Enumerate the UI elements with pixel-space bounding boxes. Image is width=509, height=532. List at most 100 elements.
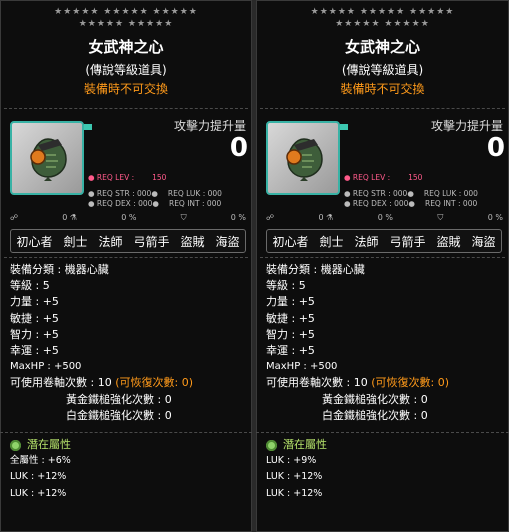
req-str-luk: ● REQ STR : 000● REQ LUK : 000	[344, 189, 478, 198]
attack-increase-value: 0	[486, 133, 505, 163]
item-icon-frame	[10, 121, 92, 195]
potential-section: 潛在屬性 LUK : +9% LUK : +12% LUK : +12%	[256, 432, 509, 502]
job-warrior: 劍士	[63, 234, 88, 249]
req-str: ● REQ STR : 000●	[88, 189, 158, 198]
stat-dex: 敏捷 : +5	[266, 311, 315, 325]
platinum-hammer: 白金鐵槌強化次數 : 0	[66, 408, 172, 422]
job-thief: 盜賊	[436, 234, 461, 249]
item-summary: 攻擊力提升量 0 ● REQ LEV : 150 ● REQ STR : 000●…	[256, 109, 509, 257]
misc-icons-row: ☍ 0 ⚗ 0 % ⛉ 0 %	[10, 213, 246, 223]
item-tooltip-right: ★★★★★ ★★★★★ ★★★★★ ★★★★★ ★★★★★ 女武神之心 (傳說等…	[256, 0, 509, 532]
job-magician: 法師	[354, 234, 379, 249]
stat-maxhp: MaxHP : +500	[10, 361, 82, 373]
req-str-luk: ● REQ STR : 000● REQ LUK : 000	[88, 189, 222, 198]
tool-icon: ☍	[266, 213, 275, 222]
req-luk: REQ LUK : 000	[167, 189, 222, 198]
equip-type: 裝備分類 : 機器心臟	[266, 263, 365, 276]
scroll-slots-text: 可使用卷軸次數 : 10	[266, 376, 368, 390]
potential-header: 潛在屬性	[10, 437, 242, 453]
stat-int: 智力 : +5	[10, 327, 59, 341]
item-tooltip-left: ★★★★★ ★★★★★ ★★★★★ ★★★★★ ★★★★★ 女武神之心 (傳說等…	[0, 0, 252, 532]
tooltip-header: ★★★★★ ★★★★★ ★★★★★ ★★★★★ ★★★★★ 女武神之心 (傳說等…	[256, 0, 509, 108]
req-dex: ● REQ DEX : 000●	[88, 199, 159, 208]
req-int: REQ INT : 000	[424, 199, 478, 208]
scroll-slots: 可使用卷軸次數 : 10 (可恢復次數: 0)	[10, 375, 242, 391]
job-pirate: 海盜	[215, 234, 240, 249]
item-icon-frame	[266, 121, 348, 195]
item-stats: 裝備分類 : 機器心臟 等級 : 5 力量 : +5 敏捷 : +5 智力 : …	[256, 258, 509, 424]
scroll-slots: 可使用卷軸次數 : 10 (可恢復次數: 0)	[266, 375, 499, 391]
potential-line-2: LUK : +12%	[266, 471, 323, 483]
item-level: 等級 : 5	[10, 279, 50, 293]
potential-line-3: LUK : +12%	[10, 487, 67, 499]
restore-count: (可恢復次數: 0)	[115, 376, 193, 390]
job-bowman: 弓箭手	[389, 234, 426, 249]
item-grade: (傳說等級道具)	[341, 63, 424, 77]
stat-luk: 幸運 : +5	[10, 344, 59, 358]
percent-1: 0 %	[121, 213, 137, 222]
potential-section: 潛在屬性 全屬性 : +6% LUK : +12% LUK : +12%	[0, 432, 252, 502]
trade-note: 裝備時不可交換	[83, 82, 168, 96]
job-warrior: 劍士	[319, 234, 344, 249]
req-dex-int: ● REQ DEX : 000● REQ INT : 000	[88, 199, 221, 208]
potential-title: 潛在屬性	[27, 438, 71, 452]
gold-hammer: 黃金鐵槌強化次數 : 0	[66, 392, 172, 406]
stat-str: 力量 : +5	[266, 295, 315, 309]
shield-icon: ⛉	[180, 213, 187, 222]
job-pirate: 海盜	[471, 234, 496, 249]
stat-str: 力量 : +5	[10, 295, 59, 309]
req-dex: ● REQ DEX : 000●	[344, 199, 415, 208]
req-int: REQ INT : 000	[168, 199, 222, 208]
req-level-value: 150	[152, 173, 167, 182]
star-force-row-2: ★★★★★ ★★★★★	[335, 19, 430, 29]
job-beginner: 初心者	[16, 234, 53, 249]
job-list: 初心者 劍士 法師 弓箭手 盜賊 海盜	[10, 229, 246, 253]
req-level: ● REQ LEV : 150	[88, 173, 166, 182]
misc-icons-row: ☍ 0 ⚗ 0 % ⛉ 0 %	[266, 213, 503, 223]
scroll-slots-text: 可使用卷軸次數 : 10	[10, 376, 112, 390]
req-level-label: ● REQ LEV :	[344, 173, 391, 182]
req-dex-int: ● REQ DEX : 000● REQ INT : 000	[344, 199, 477, 208]
gold-hammer: 黃金鐵槌強化次數 : 0	[322, 392, 428, 406]
item-level: 等級 : 5	[266, 279, 306, 293]
req-level-value: 150	[408, 173, 423, 182]
star-force-row-1: ★★★★★ ★★★★★ ★★★★★	[310, 7, 455, 17]
percent-1: 0 %	[377, 213, 393, 222]
android-heart-icon	[30, 138, 67, 181]
potential-title: 潛在屬性	[283, 438, 327, 452]
item-grade: (傳說等級道具)	[85, 63, 167, 77]
shield-icon: ⛉	[437, 213, 444, 222]
potential-rank-icon	[10, 439, 21, 451]
potential-line-1: LUK : +9%	[266, 455, 317, 467]
stat-maxhp: MaxHP : +500	[266, 361, 338, 373]
job-list: 初心者 劍士 法師 弓箭手 盜賊 海盜	[266, 229, 502, 253]
percent-2: 0 %	[230, 213, 246, 222]
req-luk: REQ LUK : 000	[423, 189, 478, 198]
potion-icon-count: 0 ⚗	[62, 213, 78, 222]
potential-line-2: LUK : +12%	[10, 471, 67, 483]
job-beginner: 初心者	[272, 234, 309, 249]
req-level: ● REQ LEV : 150	[344, 173, 422, 182]
stat-int: 智力 : +5	[266, 327, 315, 341]
req-level-label: ● REQ LEV :	[88, 173, 135, 182]
potential-line-1: 全屬性 : +6%	[10, 455, 71, 467]
restore-count: (可恢復次數: 0)	[371, 376, 449, 390]
potential-line-3: LUK : +12%	[266, 487, 323, 499]
potential-rank-icon	[266, 439, 277, 451]
tool-icon: ☍	[10, 213, 19, 222]
tooltip-comparison: ★★★★★ ★★★★★ ★★★★★ ★★★★★ ★★★★★ 女武神之心 (傳說等…	[0, 0, 509, 532]
attack-increase-label: 攻擊力提升量	[430, 119, 503, 133]
item-stats: 裝備分類 : 機器心臟 等級 : 5 力量 : +5 敏捷 : +5 智力 : …	[0, 258, 252, 424]
item-name: 女武神之心	[344, 38, 420, 56]
platinum-hammer: 白金鐵槌強化次數 : 0	[322, 408, 428, 422]
potential-header: 潛在屬性	[266, 437, 499, 453]
item-name: 女武神之心	[88, 38, 164, 56]
stat-luk: 幸運 : +5	[266, 344, 315, 358]
potion-icon-count: 0 ⚗	[318, 213, 334, 222]
trade-note: 裝備時不可交換	[340, 82, 425, 96]
attack-increase-value: 0	[229, 133, 248, 163]
tooltip-header: ★★★★★ ★★★★★ ★★★★★ ★★★★★ ★★★★★ 女武神之心 (傳說等…	[0, 0, 252, 108]
item-summary: 攻擊力提升量 0 ● REQ LEV : 150 ● REQ STR : 000●…	[0, 109, 252, 257]
attack-increase-label: 攻擊力提升量	[173, 119, 246, 133]
stat-dex: 敏捷 : +5	[10, 311, 59, 325]
